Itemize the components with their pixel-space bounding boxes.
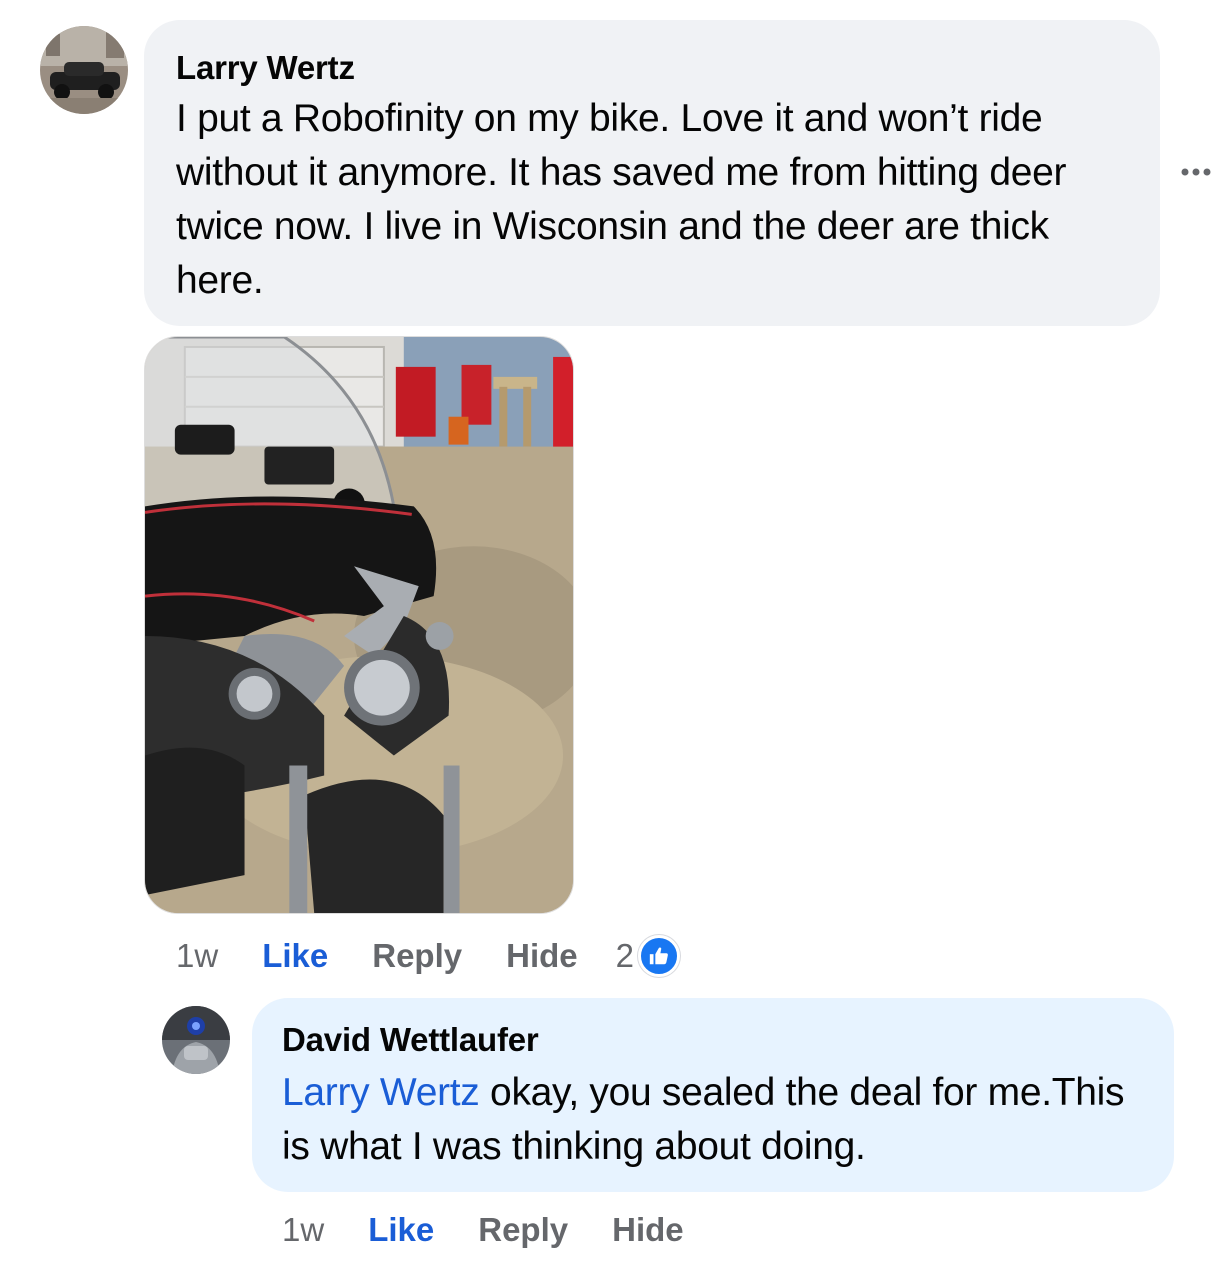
avatar-image (162, 1006, 230, 1074)
reply-bubble-david: David Wettlaufer Larry Wertz okay, you s… (252, 998, 1174, 1192)
comment-text-line: is what I was thinking about doing. (282, 1125, 866, 1168)
comment-text-line: twice now. I live in Wisconsin and the d… (176, 205, 1049, 248)
motorcycle-photo (145, 337, 573, 913)
avatar-image (40, 26, 128, 114)
reaction-count: 2 (615, 937, 634, 974)
avatar-david-wettlaufer[interactable] (162, 1006, 230, 1074)
comment-author[interactable]: David Wettlaufer (282, 1020, 1144, 1060)
comment-timestamp[interactable]: 1w (176, 937, 218, 975)
mention-link[interactable]: Larry Wertz (282, 1071, 480, 1114)
reply-button[interactable]: Reply (478, 1211, 568, 1249)
comment-author[interactable]: Larry Wertz (176, 48, 1128, 88)
hide-button[interactable]: Hide (506, 937, 578, 975)
like-button[interactable]: Like (368, 1211, 434, 1249)
thumbs-up-icon (637, 935, 680, 977)
comment-timestamp[interactable]: 1w (282, 1211, 324, 1249)
reaction-summary[interactable]: 2 (616, 935, 680, 977)
comment-text-segment: okay, you sealed the deal for me.This (479, 1071, 1125, 1114)
like-button[interactable]: Like (262, 937, 328, 975)
comment-text: I put a Robofinity on my bike. Love it a… (176, 92, 1128, 308)
hide-button[interactable]: Hide (612, 1211, 684, 1249)
comment-text: Larry Wertz okay, you sealed the deal fo… (282, 1066, 1144, 1174)
comment-actions: 1w Like Reply Hide 2 (176, 934, 680, 978)
comment-bubble-larry: Larry Wertz I put a Robofinity on my bik… (144, 20, 1160, 326)
comment-text-line: Larry Wertz okay, you sealed the deal fo… (282, 1066, 1144, 1120)
more-options-icon[interactable] (1176, 154, 1216, 190)
comment-text-line: I put a Robofinity on my bike. Love it a… (176, 97, 1043, 140)
comment-text-line: here. (176, 259, 264, 302)
reply-actions: 1w Like Reply Hide (282, 1208, 684, 1252)
avatar-larry-wertz[interactable] (40, 26, 128, 114)
reply-button[interactable]: Reply (372, 937, 462, 975)
comment-text-line: without it anymore. It has saved me from… (176, 151, 1067, 194)
comment-photo[interactable] (144, 336, 574, 914)
